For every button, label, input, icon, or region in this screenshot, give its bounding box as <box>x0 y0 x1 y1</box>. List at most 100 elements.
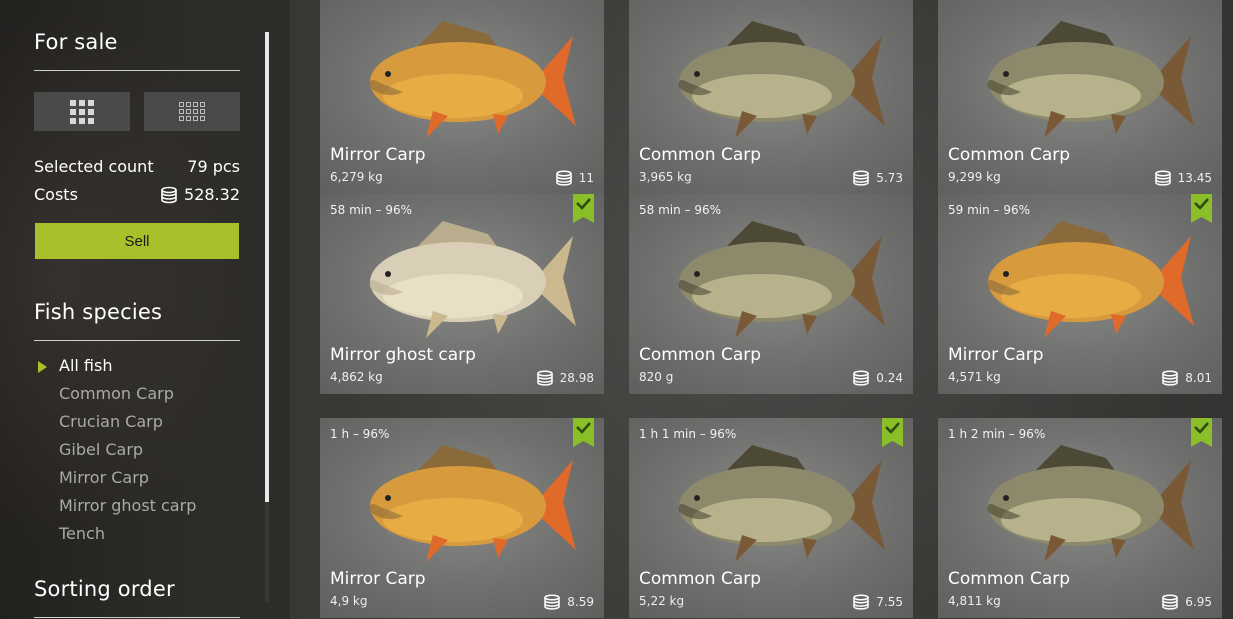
species-item-mirror-carp[interactable]: Mirror Carp <box>59 467 196 495</box>
for-sale-title: For sale <box>34 30 118 54</box>
fish-image <box>657 440 887 570</box>
fish-price: 0.24 <box>852 370 903 386</box>
grid-large-icon <box>70 99 94 124</box>
fish-price-value: 6.95 <box>1185 595 1212 609</box>
fish-name: Common Carp <box>948 145 1071 165</box>
fish-name: Mirror Carp <box>330 569 426 589</box>
coins-icon <box>1154 170 1172 186</box>
species-item-crucian-carp[interactable]: Crucian Carp <box>59 411 196 439</box>
fish-weight: 4,9 kg <box>330 594 368 608</box>
fish-price-value: 11 <box>578 171 594 185</box>
fish-weight: 4,862 kg <box>330 370 383 384</box>
fish-image <box>348 16 578 146</box>
species-item-gibel-carp[interactable]: Gibel Carp <box>59 439 196 467</box>
fish-price: 6.95 <box>1161 594 1212 610</box>
coins-icon <box>852 594 870 610</box>
fish-card[interactable]: Common Carp 3,965 kg 5.73 <box>629 0 913 194</box>
fish-card[interactable]: Common Carp 9,299 kg 13.45 <box>938 0 1222 194</box>
catch-time-label: 58 min – 96% <box>330 203 413 217</box>
fish-price-value: 7.55 <box>876 595 903 609</box>
sidebar: For sale Selected count 79 pcs Costs 528… <box>0 0 290 619</box>
section-divider <box>34 340 240 341</box>
fish-price-value: 8.01 <box>1185 371 1212 385</box>
fish-card[interactable]: 1 h 1 min – 96% Common Carp 5,22 kg 7.55 <box>629 418 913 618</box>
species-item-common-carp[interactable]: Common Carp <box>59 383 196 411</box>
coins-icon <box>1161 370 1179 386</box>
species-item-tench[interactable]: Tench <box>59 523 196 551</box>
selected-count-value: 79 pcs <box>187 157 240 176</box>
fish-price-value: 28.98 <box>559 371 594 385</box>
sell-button[interactable]: Sell <box>35 223 239 259</box>
fish-name: Mirror Carp <box>330 145 426 165</box>
fish-name: Mirror Carp <box>948 345 1044 365</box>
species-item-all-fish[interactable]: All fish <box>59 355 196 383</box>
selected-check-icon[interactable] <box>1191 194 1212 223</box>
fish-species-title: Fish species <box>34 300 163 324</box>
fish-weight: 4,811 kg <box>948 594 1001 608</box>
coins-icon <box>852 370 870 386</box>
selected-check-icon[interactable] <box>573 194 594 223</box>
large-grid-view-button[interactable] <box>34 92 130 131</box>
fish-price: 11 <box>555 170 594 186</box>
catch-time-label: 1 h 2 min – 96% <box>948 427 1046 441</box>
fish-name: Common Carp <box>639 345 762 365</box>
fish-price: 8.59 <box>543 594 594 610</box>
catch-time-label: 1 h 1 min – 96% <box>639 427 737 441</box>
section-divider <box>34 617 240 618</box>
fish-card[interactable]: 1 h – 96% Mirror Carp 4,9 kg 8.59 <box>320 418 604 618</box>
fish-name: Common Carp <box>639 569 762 589</box>
fish-image <box>966 216 1196 346</box>
section-divider <box>34 70 240 71</box>
coins-icon <box>852 170 870 186</box>
coins-icon <box>536 370 554 386</box>
catch-time-label: 58 min – 96% <box>639 203 722 217</box>
coins-icon <box>555 170 573 186</box>
fish-weight: 6,279 kg <box>330 170 383 184</box>
selected-check-icon[interactable] <box>1191 418 1212 447</box>
costs-value: 528.32 <box>184 185 240 204</box>
fish-image <box>657 16 887 146</box>
fish-weight: 820 g <box>639 370 674 384</box>
fish-price-value: 8.59 <box>567 595 594 609</box>
selected-check-icon[interactable] <box>573 418 594 447</box>
fish-weight: 3,965 kg <box>639 170 692 184</box>
catch-time-label: 59 min – 96% <box>948 203 1031 217</box>
fish-card[interactable]: 1 h 2 min – 96% Common Carp 4,811 kg 6.95 <box>938 418 1222 618</box>
fish-card[interactable]: 58 min – 96% Mirror ghost carp 4,862 kg 28.… <box>320 194 604 394</box>
fish-price: 13.45 <box>1154 170 1212 186</box>
species-filter-list: All fish Common Carp Crucian Carp Gibel … <box>59 355 196 551</box>
fish-card[interactable]: 58 min – 96% Common Carp 820 g 0.24 <box>629 194 913 394</box>
coins-icon <box>1161 594 1179 610</box>
coins-icon <box>543 594 561 610</box>
fish-name: Common Carp <box>948 569 1071 589</box>
selected-check-icon[interactable] <box>882 418 903 447</box>
small-grid-view-button[interactable] <box>144 92 240 131</box>
costs-label: Costs <box>34 185 78 204</box>
fish-weight: 9,299 kg <box>948 170 1001 184</box>
fish-weight: 5,22 kg <box>639 594 685 608</box>
fish-weight: 4,571 kg <box>948 370 1001 384</box>
fish-price: 28.98 <box>536 370 594 386</box>
fish-price: 7.55 <box>852 594 903 610</box>
fish-price: 5.73 <box>852 170 903 186</box>
fish-card[interactable]: Mirror Carp 6,279 kg 11 <box>320 0 604 194</box>
fish-price-value: 13.45 <box>1177 171 1212 185</box>
coins-icon <box>160 186 178 204</box>
fish-image <box>966 440 1196 570</box>
fish-name: Common Carp <box>639 145 762 165</box>
fish-image <box>348 440 578 570</box>
fish-image <box>348 216 578 346</box>
fish-price-value: 5.73 <box>876 171 903 185</box>
fish-image <box>657 216 887 346</box>
fish-card[interactable]: 59 min – 96% Mirror Carp 4,571 kg 8.01 <box>938 194 1222 394</box>
grid-small-icon <box>179 102 205 121</box>
species-item-mirror-ghost-carp[interactable]: Mirror ghost carp <box>59 495 196 523</box>
selected-count-label: Selected count <box>34 157 154 176</box>
fish-name: Mirror ghost carp <box>330 345 476 365</box>
fish-price-value: 0.24 <box>876 371 903 385</box>
selected-arrow-icon <box>38 361 47 373</box>
sorting-order-title: Sorting order <box>34 577 175 601</box>
scrollbar-thumb[interactable] <box>265 32 269 502</box>
fish-price: 8.01 <box>1161 370 1212 386</box>
fish-image <box>966 16 1196 146</box>
